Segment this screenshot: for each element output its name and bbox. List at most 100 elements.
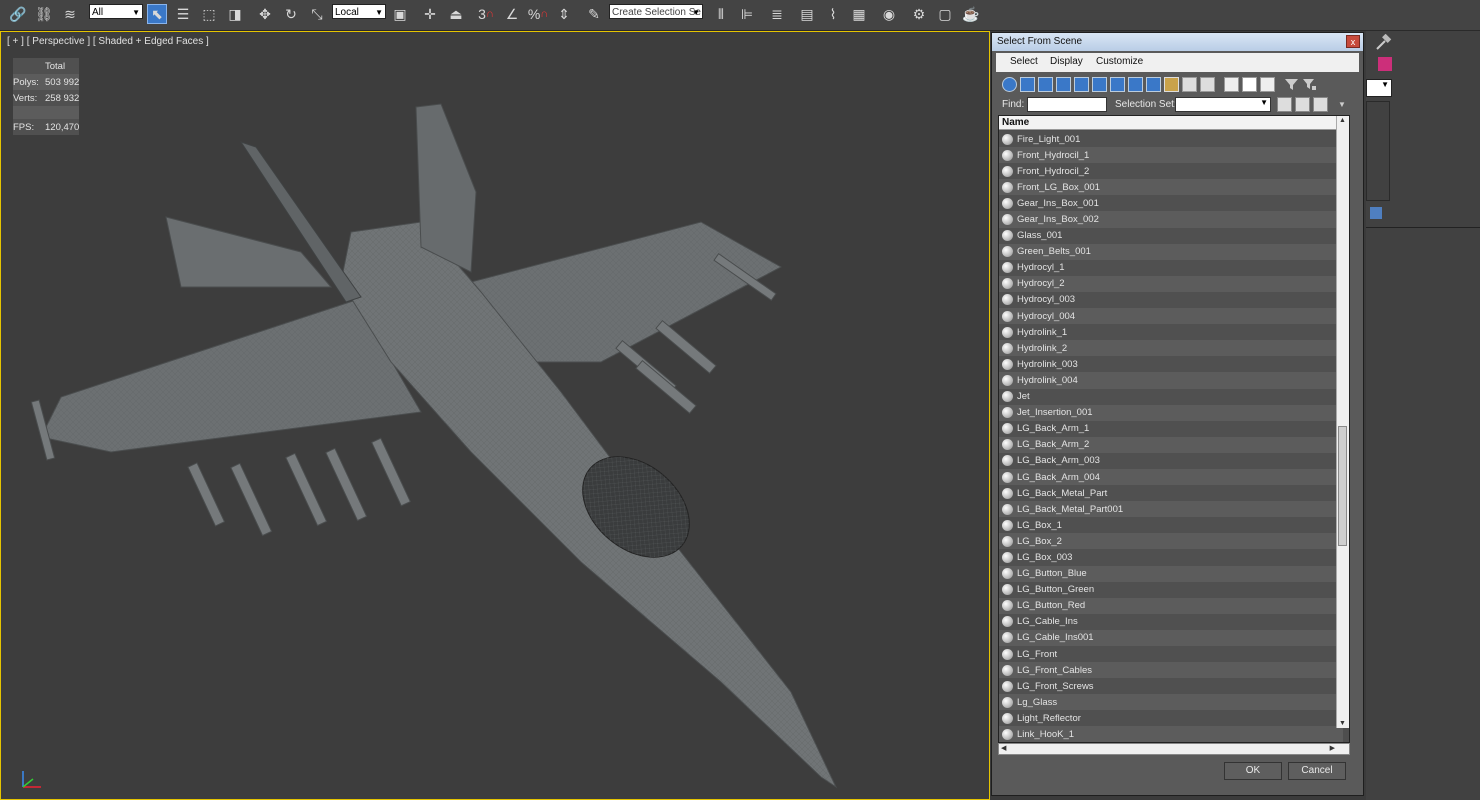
dialog-title-bar[interactable]: Select From Scene — [992, 33, 1363, 51]
list-item[interactable]: LG_Front — [999, 646, 1343, 663]
selection-filter-dropdown[interactable]: All ▼ — [89, 4, 143, 19]
cameras-filter-icon[interactable] — [1056, 77, 1071, 92]
list-item[interactable]: Hydrocyl_2 — [999, 275, 1343, 292]
graphite-modeling-icon[interactable]: ▤ — [797, 4, 817, 24]
list-item[interactable]: Front_LG_Box_001 — [999, 179, 1343, 196]
list-item[interactable]: LG_Back_Arm_2 — [999, 436, 1343, 453]
layer-manager-icon[interactable]: ≣ — [767, 4, 787, 24]
helpers-filter-icon[interactable] — [1074, 77, 1089, 92]
rectangular-selection-icon[interactable]: ⬚ — [199, 4, 219, 24]
frozen-filter-icon[interactable] — [1182, 77, 1197, 92]
schematic-view-icon[interactable]: ▦ — [849, 4, 869, 24]
modifier-stack[interactable] — [1366, 101, 1390, 201]
ok-button[interactable]: OK — [1224, 762, 1282, 780]
bind-space-warp-icon[interactable]: ≋ — [60, 4, 80, 24]
list-item[interactable]: Hydrolink_1 — [999, 324, 1343, 341]
scroll-right-icon[interactable]: ▶ — [1330, 744, 1335, 752]
scroll-left-icon[interactable]: ◀ — [1001, 744, 1006, 752]
vertical-scrollbar[interactable]: ▲ ▼ — [1336, 116, 1349, 728]
expand-arrow-icon[interactable]: ▼ — [1338, 100, 1346, 109]
xrefs-filter-icon[interactable] — [1128, 77, 1143, 92]
snaps-toggle-icon[interactable]: 3 ∩ — [476, 4, 496, 24]
list-item[interactable]: LG_Box_003 — [999, 549, 1343, 566]
list-item[interactable]: LG_Back_Arm_1 — [999, 420, 1343, 437]
create-selection-set-icon[interactable] — [1277, 97, 1292, 112]
align-icon[interactable]: ⊫ — [737, 4, 757, 24]
list-item[interactable]: Gear_Ins_Box_001 — [999, 195, 1343, 212]
list-item[interactable]: Green_Belts_001 — [999, 243, 1343, 260]
list-item[interactable]: Hydrocyl_1 — [999, 259, 1343, 276]
list-item[interactable]: Light_Reflector — [999, 710, 1343, 727]
curve-editor-icon[interactable]: ⌇ — [823, 4, 843, 24]
object-color-swatch[interactable] — [1378, 57, 1392, 71]
column-header-name[interactable]: Name — [999, 116, 1343, 130]
configure-modifier-sets-icon[interactable] — [1370, 207, 1382, 219]
lights-filter-icon[interactable] — [1038, 77, 1053, 92]
render-icon[interactable]: ☕ — [961, 4, 981, 24]
add-to-set-icon[interactable] — [1295, 97, 1310, 112]
list-item[interactable]: Glass_001 — [999, 227, 1343, 244]
hidden-filter-icon[interactable] — [1200, 77, 1215, 92]
list-item[interactable]: Link_HooK_1 — [999, 726, 1343, 742]
list-item[interactable]: LG_Button_Blue — [999, 565, 1343, 582]
scrollbar-thumb[interactable] — [1338, 426, 1347, 546]
list-item[interactable]: Hydrocyl_003 — [999, 291, 1343, 309]
render-setup-icon[interactable]: ⚙ — [909, 4, 929, 24]
scene-object-list[interactable]: Name Fire_Light_001 Front_Hydrocil_1 Front… — [998, 115, 1350, 743]
hammer-icon[interactable] — [1374, 33, 1396, 54]
list-item[interactable]: Front_Hydrocil_2 — [999, 163, 1343, 180]
remove-from-set-icon[interactable] — [1313, 97, 1328, 112]
list-item[interactable]: Jet_Insertion_001 — [999, 404, 1343, 421]
list-item[interactable]: LG_Back_Metal_Part001 — [999, 501, 1343, 518]
display-all-icon[interactable] — [1224, 77, 1239, 92]
list-item[interactable]: Hydrolink_2 — [999, 340, 1343, 357]
list-item[interactable]: LG_Box_1 — [999, 517, 1343, 534]
list-item[interactable]: LG_Button_Red — [999, 597, 1343, 614]
list-item[interactable]: LG_Cable_Ins001 — [999, 629, 1343, 646]
select-by-name-icon[interactable]: ☰ — [173, 4, 193, 24]
scale-icon[interactable]: ⤡ — [307, 4, 327, 24]
find-input[interactable] — [1027, 97, 1107, 112]
cancel-button[interactable]: Cancel — [1288, 762, 1346, 780]
reference-coordinate-dropdown[interactable]: Local ▼ — [332, 4, 386, 19]
shapes-filter-icon[interactable] — [1020, 77, 1035, 92]
scroll-up-icon[interactable]: ▲ — [1339, 117, 1346, 124]
invert-display-icon[interactable] — [1260, 77, 1275, 92]
list-item[interactable]: Hydrolink_003 — [999, 356, 1343, 373]
rendered-frame-icon[interactable]: ▢ — [935, 4, 955, 24]
list-item[interactable]: Fire_Light_001 — [999, 131, 1343, 148]
angle-snap-icon[interactable]: ∠ — [502, 4, 522, 24]
list-item[interactable]: LG_Box_2 — [999, 533, 1343, 550]
horizontal-scrollbar[interactable]: ◀ ▶ — [998, 743, 1350, 755]
filter-options-icon[interactable] — [1302, 77, 1317, 92]
containers-filter-icon[interactable] — [1164, 77, 1179, 92]
list-item[interactable]: Hydrolink_004 — [999, 372, 1343, 389]
select-object-icon[interactable]: ⬉ — [147, 4, 167, 24]
list-item[interactable]: Gear_Ins_Box_002 — [999, 211, 1343, 228]
display-none-icon[interactable] — [1242, 77, 1257, 92]
modifier-list-dropdown[interactable]: ▼ — [1366, 79, 1392, 97]
list-item[interactable]: LG_Front_Screws — [999, 678, 1343, 695]
list-item[interactable]: Front_Hydrocil_1 — [999, 147, 1343, 164]
selection-set-dropdown[interactable]: ▼ — [1175, 97, 1271, 112]
menu-select[interactable]: Select — [1010, 56, 1038, 67]
list-item[interactable]: Lg_Glass — [999, 694, 1343, 711]
edit-named-selection-icon[interactable]: ✎ — [584, 4, 604, 24]
rotate-icon[interactable]: ↻ — [281, 4, 301, 24]
perspective-viewport[interactable]: [ + ] [ Perspective ] [ Shaded + Edged F… — [0, 31, 990, 800]
select-and-link-icon[interactable]: 🔗 — [8, 4, 28, 24]
pivot-point-icon[interactable]: ▣ — [390, 4, 410, 24]
space-warps-filter-icon[interactable] — [1092, 77, 1107, 92]
list-item[interactable]: LG_Back_Arm_004 — [999, 468, 1343, 486]
scroll-down-icon[interactable]: ▼ — [1339, 720, 1346, 727]
list-item[interactable]: Jet — [999, 388, 1343, 405]
select-manipulate-icon[interactable]: ✛ — [420, 4, 440, 24]
unlink-icon[interactable]: ⛓ — [34, 4, 54, 24]
spinner-snap-icon[interactable]: ⇕ — [554, 4, 574, 24]
bones-filter-icon[interactable] — [1146, 77, 1161, 92]
list-item[interactable]: Hydrocyl_004 — [999, 308, 1343, 325]
move-icon[interactable]: ✥ — [255, 4, 275, 24]
list-item[interactable]: LG_Cable_Ins — [999, 613, 1343, 630]
menu-customize[interactable]: Customize — [1096, 56, 1143, 67]
list-item[interactable]: LG_Front_Cables — [999, 662, 1343, 679]
